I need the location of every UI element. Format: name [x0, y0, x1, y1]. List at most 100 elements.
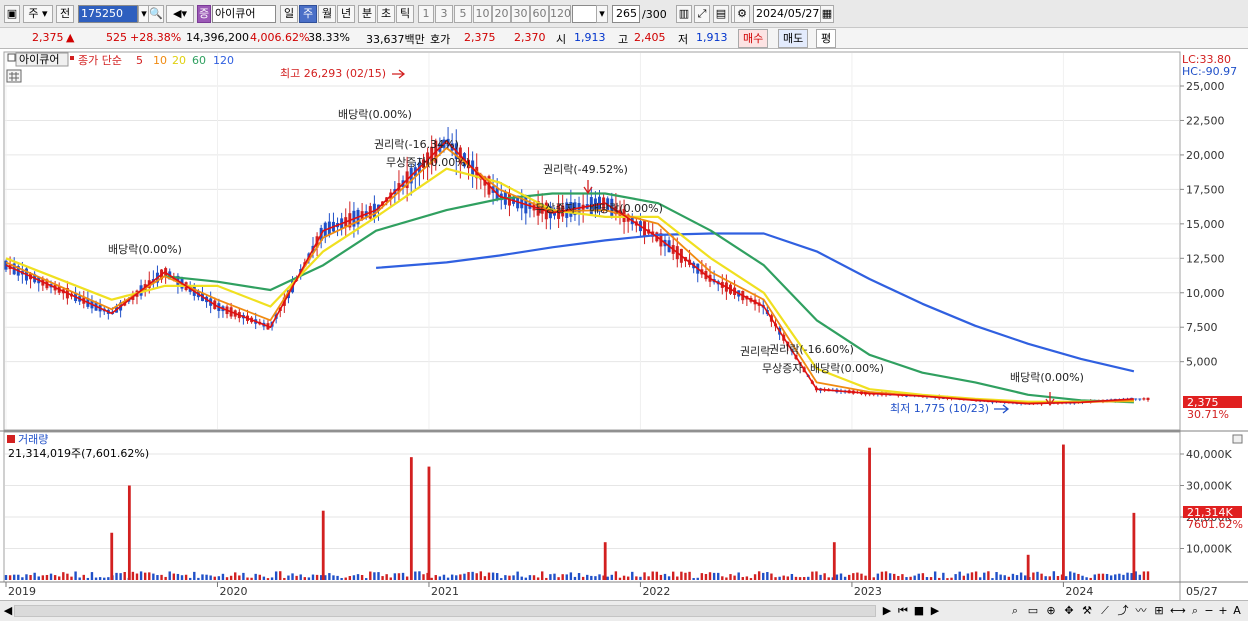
table-toggle-icon[interactable]: [6, 69, 22, 83]
volume-bar: [78, 577, 81, 580]
period-tick[interactable]: 틱: [396, 5, 414, 23]
period-week[interactable]: 주: [299, 5, 317, 23]
period-month[interactable]: 월: [318, 5, 336, 23]
volume-bar: [843, 576, 847, 580]
tools-icon[interactable]: ⚒: [1080, 604, 1094, 618]
zoom-out-icon[interactable]: −: [1202, 604, 1216, 618]
volume-bar: [348, 576, 352, 580]
eval-button[interactable]: 평: [816, 29, 837, 48]
volume-bar: [213, 576, 216, 580]
volume-bar: [852, 573, 855, 580]
chart-panel[interactable]: 25,000 22,500 20,000 17,500 15,000 12,500 10,0…: [0, 50, 1248, 600]
min-120-button[interactable]: 120: [549, 5, 571, 23]
period-second[interactable]: 초: [377, 5, 395, 23]
scroll-right-icon[interactable]: ▶: [880, 604, 894, 618]
min-10-button[interactable]: 10: [473, 5, 492, 23]
custom-period-dropdown-icon[interactable]: ▾: [596, 5, 608, 23]
select-icon[interactable]: ▭: [1026, 604, 1040, 618]
volume-bar: [205, 574, 208, 580]
min-5-button[interactable]: 5: [454, 5, 472, 23]
buy-button[interactable]: 매수: [738, 29, 769, 48]
volume-bar: [1019, 572, 1023, 580]
volume-bar: [164, 576, 167, 580]
volume-bar: [172, 573, 176, 580]
move-icon[interactable]: ✥: [1062, 604, 1076, 618]
volume-summary: 21,314,019주(7,601.62%): [8, 447, 149, 460]
market-select[interactable]: 주 ▾: [23, 5, 53, 23]
volume-bar: [974, 571, 978, 580]
min-3-button[interactable]: 3: [435, 5, 453, 23]
stock-code-input[interactable]: 175250: [78, 5, 138, 23]
volume-bar: [1142, 571, 1146, 580]
volume-bar: [201, 574, 204, 580]
candle-type-icon[interactable]: ▥: [676, 5, 692, 23]
min-20-button[interactable]: 20: [492, 5, 511, 23]
volume-bar: [692, 578, 695, 580]
add-icon[interactable]: +: [1216, 604, 1230, 618]
rewind-icon[interactable]: ⏮: [896, 604, 910, 618]
volume-bar: [876, 573, 880, 580]
volume-bar: [197, 577, 200, 580]
zoom-in-icon[interactable]: ⌕: [1188, 604, 1202, 618]
ma-legend-120: 120: [213, 54, 234, 67]
volume-bar: [635, 576, 638, 580]
volume-bar: [332, 575, 335, 580]
min-30-button[interactable]: 30: [511, 5, 530, 23]
min-60-button[interactable]: 60: [530, 5, 549, 23]
volume-bar: [1122, 574, 1125, 580]
chart-line-icon[interactable]: ⤴: [1116, 604, 1130, 618]
trend-line-icon[interactable]: ⟋: [1098, 604, 1112, 618]
volume-bar: [58, 576, 61, 580]
save-icon[interactable]: ▤: [713, 5, 729, 23]
volume-bar: [414, 571, 417, 580]
window-icon[interactable]: ▣: [4, 5, 20, 23]
prev-button[interactable]: 전: [56, 5, 74, 23]
volume-bar: [1114, 574, 1117, 580]
volume-spike: [1132, 512, 1136, 580]
sell-button[interactable]: 매도: [778, 29, 809, 48]
volume-bar: [667, 576, 671, 580]
volume-bar: [250, 577, 253, 580]
date-input[interactable]: 2024/05/27: [753, 5, 821, 23]
period-day[interactable]: 일: [280, 5, 298, 23]
year-tick-label: 2020: [219, 585, 247, 598]
calendar-icon[interactable]: ▦: [820, 5, 834, 23]
volume-bar: [123, 572, 126, 580]
volume-bar: [365, 578, 368, 580]
event-rights-2022: 권리락: [740, 345, 770, 358]
stop-icon[interactable]: ■: [912, 604, 926, 618]
sound-icon[interactable]: ◀▾: [166, 5, 194, 23]
volume-bar: [471, 571, 474, 580]
display-count-input[interactable]: 265: [612, 5, 640, 23]
volume-bar: [328, 573, 331, 580]
volume-bar: [66, 573, 69, 580]
min-1-button[interactable]: 1: [418, 5, 434, 23]
volume-bar: [291, 573, 294, 580]
volume-panel-close-icon[interactable]: [1232, 434, 1243, 444]
crosshair-icon[interactable]: ⊕: [1044, 604, 1058, 618]
play-icon[interactable]: ▶: [928, 604, 942, 618]
wave-icon[interactable]: 〰: [1134, 604, 1148, 618]
indicator-icon[interactable]: ⤢: [694, 5, 710, 23]
price-change-pct: +28.38%: [130, 31, 182, 44]
volume-bar: [995, 572, 998, 580]
chart-scrollbar[interactable]: ◀ ▶ ⏮ ■ ▶ ⌕ ▭ ⊕ ✥ ⚒ ⟋ ⤴ 〰 ⊞ ⟷ ⌕ − + A: [0, 600, 1248, 621]
period-minute[interactable]: 분: [358, 5, 376, 23]
font-size-icon[interactable]: A: [1230, 604, 1244, 618]
low-price: 1,913: [696, 31, 728, 44]
fib-icon[interactable]: ⊞: [1152, 604, 1166, 618]
measure-icon[interactable]: ⟷: [1170, 604, 1186, 618]
period-year[interactable]: 년: [337, 5, 355, 23]
volume-title: 거래량: [18, 433, 48, 446]
volume-bar: [459, 574, 462, 580]
volume-bar: [700, 573, 704, 580]
volume-pct: 4,006.62%: [250, 31, 310, 44]
search-icon[interactable]: 🔍: [148, 5, 164, 23]
price-volume-chart[interactable]: 25,000 22,500 20,000 17,500 15,000 12,500 10,0…: [0, 50, 1248, 600]
scroll-left-icon[interactable]: ◀: [1, 604, 15, 618]
volume-bar: [438, 576, 442, 580]
volume-bar: [827, 577, 830, 580]
scroll-thumb[interactable]: [14, 605, 876, 617]
gear-icon[interactable]: ⚙: [734, 5, 750, 23]
zoom-icon[interactable]: ⌕: [1008, 604, 1022, 618]
